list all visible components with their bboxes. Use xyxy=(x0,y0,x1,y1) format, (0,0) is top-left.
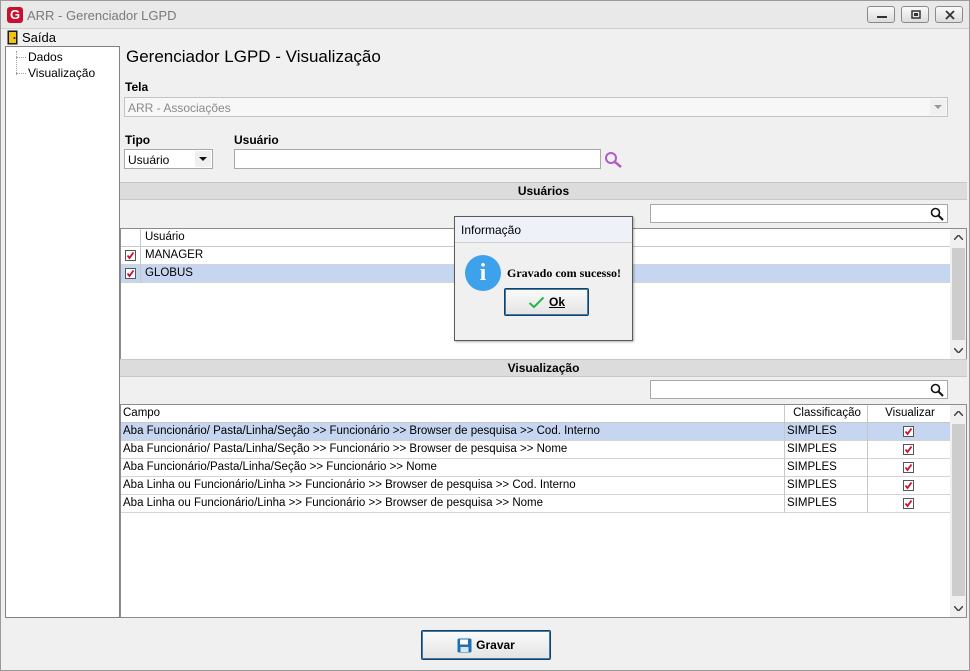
users-column-header[interactable]: Usuário xyxy=(143,229,443,246)
search-icon[interactable] xyxy=(930,383,944,397)
tela-value: ARR - Associações xyxy=(128,101,231,115)
campo-cell: Aba Linha ou Funcionário/Linha >> Funcio… xyxy=(123,497,544,509)
tree-item-dados[interactable]: Dados xyxy=(28,50,63,64)
visualizar-checkbox[interactable] xyxy=(903,498,914,509)
chevron-down-icon xyxy=(199,157,207,161)
visualizar-checkbox[interactable] xyxy=(903,444,914,455)
user-name: GLOBUS xyxy=(145,267,193,279)
visualizar-checkbox[interactable] xyxy=(903,462,914,473)
save-label: Gravar xyxy=(476,638,515,652)
classificacao-cell: SIMPLES xyxy=(787,497,837,509)
users-filter-input[interactable] xyxy=(650,204,948,223)
checkmark-icon xyxy=(904,427,913,436)
user-checkbox[interactable] xyxy=(125,250,136,261)
visual-grid: Campo Classificação Visualizar Aba Funci… xyxy=(120,404,967,618)
minimize-button[interactable] xyxy=(867,6,895,23)
minimize-icon xyxy=(877,16,887,18)
users-section-header: Usuários xyxy=(120,182,967,200)
tipo-dropdown-arrow[interactable] xyxy=(195,151,211,167)
tipo-label: Tipo xyxy=(125,133,151,147)
classificacao-cell: SIMPLES xyxy=(787,479,837,491)
table-row[interactable]: Aba Funcionário/Pasta/Linha/Seção >> Fun… xyxy=(121,459,950,477)
campo-cell: Aba Funcionário/ Pasta/Linha/Seção >> Fu… xyxy=(123,443,568,455)
scroll-thumb[interactable] xyxy=(952,424,965,596)
checkmark-icon xyxy=(904,445,913,454)
chevron-up-icon xyxy=(954,411,963,416)
checkmark-icon xyxy=(528,296,545,308)
page-title: Gerenciador LGPD - Visualização xyxy=(126,47,381,66)
ok-button[interactable]: Ok xyxy=(504,288,589,316)
chevron-down-icon xyxy=(934,105,942,109)
main-window: G ARR - Gerenciador LGPD Saída Dados Vis… xyxy=(0,0,970,671)
classificacao-cell: SIMPLES xyxy=(787,425,837,437)
table-row[interactable]: Aba Linha ou Funcionário/Linha >> Funcio… xyxy=(121,477,950,495)
ok-label: Ok xyxy=(548,295,565,309)
restore-icon xyxy=(911,10,921,19)
campo-cell: Aba Funcionário/Pasta/Linha/Seção >> Fun… xyxy=(123,461,437,473)
chevron-down-icon xyxy=(954,348,963,353)
exit-menu-item[interactable]: Saída xyxy=(7,29,56,46)
close-icon xyxy=(945,10,955,20)
visualizar-column-header[interactable]: Visualizar xyxy=(868,405,950,422)
scroll-down-button[interactable] xyxy=(950,342,966,359)
user-name: MANAGER xyxy=(145,249,204,261)
visualizar-checkbox[interactable] xyxy=(903,480,914,491)
title-bar: G ARR - Gerenciador LGPD xyxy=(1,1,969,29)
scroll-down-button[interactable] xyxy=(950,600,966,617)
menu-bar: Saída xyxy=(1,29,969,46)
checkmark-icon xyxy=(904,499,913,508)
tipo-value: Usuário xyxy=(128,153,170,167)
table-row[interactable]: Aba Funcionário/ Pasta/Linha/Seção >> Fu… xyxy=(121,423,950,441)
exit-door-icon xyxy=(7,30,18,45)
app-logo-icon: G xyxy=(7,7,23,23)
search-icon[interactable] xyxy=(930,207,944,221)
checkmark-icon xyxy=(904,463,913,472)
chevron-down-icon xyxy=(954,606,963,611)
scroll-thumb[interactable] xyxy=(952,248,965,340)
checkmark-icon xyxy=(126,251,135,260)
tela-select[interactable]: ARR - Associações xyxy=(124,97,948,117)
tela-label: Tela xyxy=(125,80,149,94)
user-checkbox[interactable] xyxy=(125,268,136,279)
dialog-message: Gravado com sucesso! xyxy=(507,266,621,280)
classificacao-cell: SIMPLES xyxy=(787,443,837,455)
usuario-input[interactable] xyxy=(234,149,601,169)
window-title: ARR - Gerenciador LGPD xyxy=(27,8,177,23)
exit-label: Saída xyxy=(22,30,56,45)
scroll-up-button[interactable] xyxy=(950,405,966,422)
visual-section-header: Visualização xyxy=(120,359,967,377)
info-icon: i xyxy=(465,255,501,291)
chevron-up-icon xyxy=(954,235,963,240)
navigation-tree: Dados Visualização xyxy=(5,46,120,618)
classificacao-column-header[interactable]: Classificação xyxy=(785,405,867,422)
search-icon[interactable] xyxy=(604,151,623,169)
classificacao-cell: SIMPLES xyxy=(787,461,837,473)
visualizar-checkbox[interactable] xyxy=(903,426,914,437)
table-row[interactable]: Aba Funcionário/ Pasta/Linha/Seção >> Fu… xyxy=(121,441,950,459)
save-button[interactable]: Gravar xyxy=(421,630,551,660)
checkmark-icon xyxy=(126,269,135,278)
floppy-disk-icon xyxy=(457,638,472,652)
scroll-up-button[interactable] xyxy=(950,229,966,246)
visual-grid-header: Campo Classificação Visualizar xyxy=(121,405,950,423)
restore-button[interactable] xyxy=(901,6,929,23)
close-button[interactable] xyxy=(935,6,963,23)
visual-filter-input[interactable] xyxy=(650,380,948,399)
usuario-label: Usuário xyxy=(234,133,279,147)
table-row[interactable]: Aba Linha ou Funcionário/Linha >> Funcio… xyxy=(121,495,950,513)
campo-column-header[interactable]: Campo xyxy=(121,405,781,422)
campo-cell: Aba Linha ou Funcionário/Linha >> Funcio… xyxy=(123,479,576,491)
tela-dropdown-arrow[interactable] xyxy=(930,99,946,115)
users-scrollbar[interactable] xyxy=(950,229,966,359)
checkmark-icon xyxy=(904,481,913,490)
tipo-select[interactable]: Usuário xyxy=(124,149,213,169)
information-dialog: Informação i Gravado com sucesso! Ok xyxy=(454,216,633,341)
tree-item-visualizacao[interactable]: Visualização xyxy=(28,66,95,80)
dialog-title: Informação xyxy=(455,217,632,243)
campo-cell: Aba Funcionário/ Pasta/Linha/Seção >> Fu… xyxy=(123,425,600,437)
visual-scrollbar[interactable] xyxy=(950,405,966,617)
